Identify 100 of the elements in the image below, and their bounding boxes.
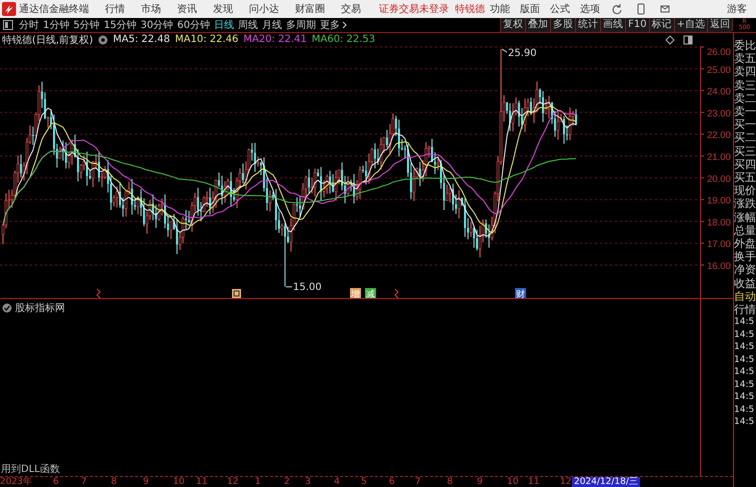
menu-item[interactable]: 版面 (520, 2, 540, 16)
price-axis-label: 19.00 (707, 196, 731, 207)
price-axis-label: 25.00 (707, 64, 731, 76)
moving-average-value: MA5: 22.48 (112, 34, 170, 45)
period-tab[interactable]: 月线 (262, 18, 282, 32)
trade-time: 14:5 (734, 328, 756, 342)
menu-item[interactable]: 资讯 (177, 2, 197, 16)
menu-item[interactable]: 发现 (213, 2, 233, 16)
moving-average-value: MA60: 22.53 (312, 34, 376, 45)
time-axis-label: 7 (81, 477, 87, 487)
menu-item[interactable]: 问小达 (249, 2, 279, 16)
period-tab[interactable]: 15分钟 (104, 18, 136, 32)
time-axis-label: 8 (447, 477, 453, 487)
price-axis-label: 18.00 (707, 217, 731, 228)
menu-item[interactable]: 市场 (141, 2, 161, 16)
login-status[interactable]: 证券交易未登录 (379, 2, 449, 16)
price-axis-label: 17.00 (707, 239, 731, 250)
menu-item[interactable]: 行情 (105, 2, 125, 16)
price-axis-label: 20.00 (707, 174, 731, 185)
quote-field-label: 买四 (734, 158, 756, 172)
time-axis-label: 12 (227, 477, 238, 487)
chart-tool-button[interactable]: 统计 (575, 18, 600, 32)
high-price-label: 25.90 (508, 48, 537, 60)
section-label: 行情 (734, 303, 756, 316)
time-axis-label: 10 (173, 477, 184, 487)
time-axis-label: 11 (528, 477, 540, 487)
period-tab[interactable]: 周线 (238, 18, 258, 32)
quote-field-label: 收益 (734, 276, 756, 290)
quote-field-label: 卖四 (734, 65, 756, 79)
price-axis-label: 22.00 (707, 130, 731, 142)
menu-item[interactable]: 财富圈 (295, 2, 325, 16)
chart-tool-button[interactable]: 画线 (600, 18, 626, 32)
time-axis-label: 2023年 (0, 477, 32, 487)
period-tab[interactable]: 5分钟 (73, 18, 100, 32)
trade-time: 14:5 (734, 378, 756, 392)
time-axis-label: 12 (560, 477, 572, 487)
time-axis-label: 3 (305, 477, 311, 487)
chart-tool-button[interactable]: +自选 (674, 18, 707, 32)
period-tab[interactable]: 日线 (214, 18, 234, 32)
quote-field-label: 买二 (734, 131, 756, 145)
quote-field-label: 总量 (734, 224, 756, 238)
time-axis-label: 6 (389, 477, 395, 487)
moving-average-value: MA20: 22.41 (243, 34, 307, 45)
price-axis-label: 24.00 (707, 86, 731, 98)
mode-label[interactable]: 自动 (734, 290, 756, 304)
moving-average-value: MA10: 22.46 (175, 34, 238, 45)
menu-item[interactable]: 公式 (550, 2, 570, 16)
quote-field-label: 净资 (734, 263, 756, 277)
trade-time: 14:5 (734, 404, 756, 416)
quote-field-label: 换手 (734, 250, 756, 264)
indicator-note: 用到DLL函数 (0, 463, 61, 476)
time-axis-label: 2 (284, 477, 290, 487)
time-axis-label: 1 (255, 477, 261, 487)
time-axis-label: 10 (507, 477, 518, 487)
time-axis-label: 7 (415, 477, 421, 487)
event-tag[interactable]: 财 (515, 288, 526, 299)
quote-field-label: 买一 (734, 118, 756, 132)
time-axis-label: 9 (477, 477, 483, 487)
trade-time: 14:5 (734, 341, 756, 354)
quote-field-label: 现价 (734, 184, 756, 198)
menu-item[interactable]: 选项 (580, 2, 600, 16)
low-price-label: 15.00 (293, 282, 322, 293)
quote-field-label: 卖二 (734, 92, 756, 106)
time-axis-label: 11 (196, 477, 208, 487)
menu-item[interactable]: 交易 (341, 2, 361, 16)
quote-field-label: 涨跌 (734, 197, 756, 211)
time-axis-label: 6 (53, 477, 59, 487)
time-axis-label: 9 (143, 477, 149, 487)
period-tab[interactable]: 多周期 (286, 18, 316, 32)
price-axis-label: 21.00 (707, 152, 731, 163)
time-axis-label: 4 (334, 477, 340, 487)
trade-time: 14:5 (734, 391, 756, 404)
period-tab[interactable]: 30分钟 (140, 18, 174, 32)
indicator-name: 股标指标网 (15, 302, 65, 315)
quote-field-label: 买五 (734, 171, 756, 184)
quote-field-label: 卖五 (734, 52, 756, 66)
quote-field-label: 委比 (734, 39, 756, 52)
chart-tool-button[interactable]: F10 (625, 18, 649, 32)
chart-tool-button[interactable]: 叠加 (525, 18, 550, 32)
chart-tool-button[interactable]: 返回 (707, 18, 732, 32)
stock-name: 特锐德 (455, 2, 485, 16)
period-tab[interactable]: 分时 (19, 18, 39, 32)
menu-item[interactable]: 功能 (490, 2, 510, 16)
chart-tool-button[interactable]: 标记 (648, 18, 674, 32)
price-axis-label: 23.00 (707, 108, 731, 120)
period-tab[interactable]: 60分钟 (177, 18, 210, 32)
app-title: 通达信金融终端 (19, 2, 89, 16)
chart-tool-button[interactable]: 多股 (550, 18, 576, 32)
quote-field-label: 买三 (734, 144, 756, 158)
price-axis-label: 26.00 (707, 47, 731, 58)
user-name[interactable]: 游客 (727, 2, 747, 16)
period-tab[interactable]: 更多 (320, 18, 347, 32)
stock-title: 特锐德(日线,前复权) (2, 34, 93, 46)
period-tab[interactable]: 1分钟 (43, 18, 70, 32)
trade-time: 14:5 (734, 316, 756, 329)
trade-time: 14:5 (734, 416, 756, 429)
quote-field-label: 卖三 (734, 78, 756, 92)
chart-tool-button[interactable]: 复权 (500, 18, 526, 32)
quote-field-label: 外盘 (734, 237, 756, 250)
time-axis-label: 5 (361, 477, 367, 487)
